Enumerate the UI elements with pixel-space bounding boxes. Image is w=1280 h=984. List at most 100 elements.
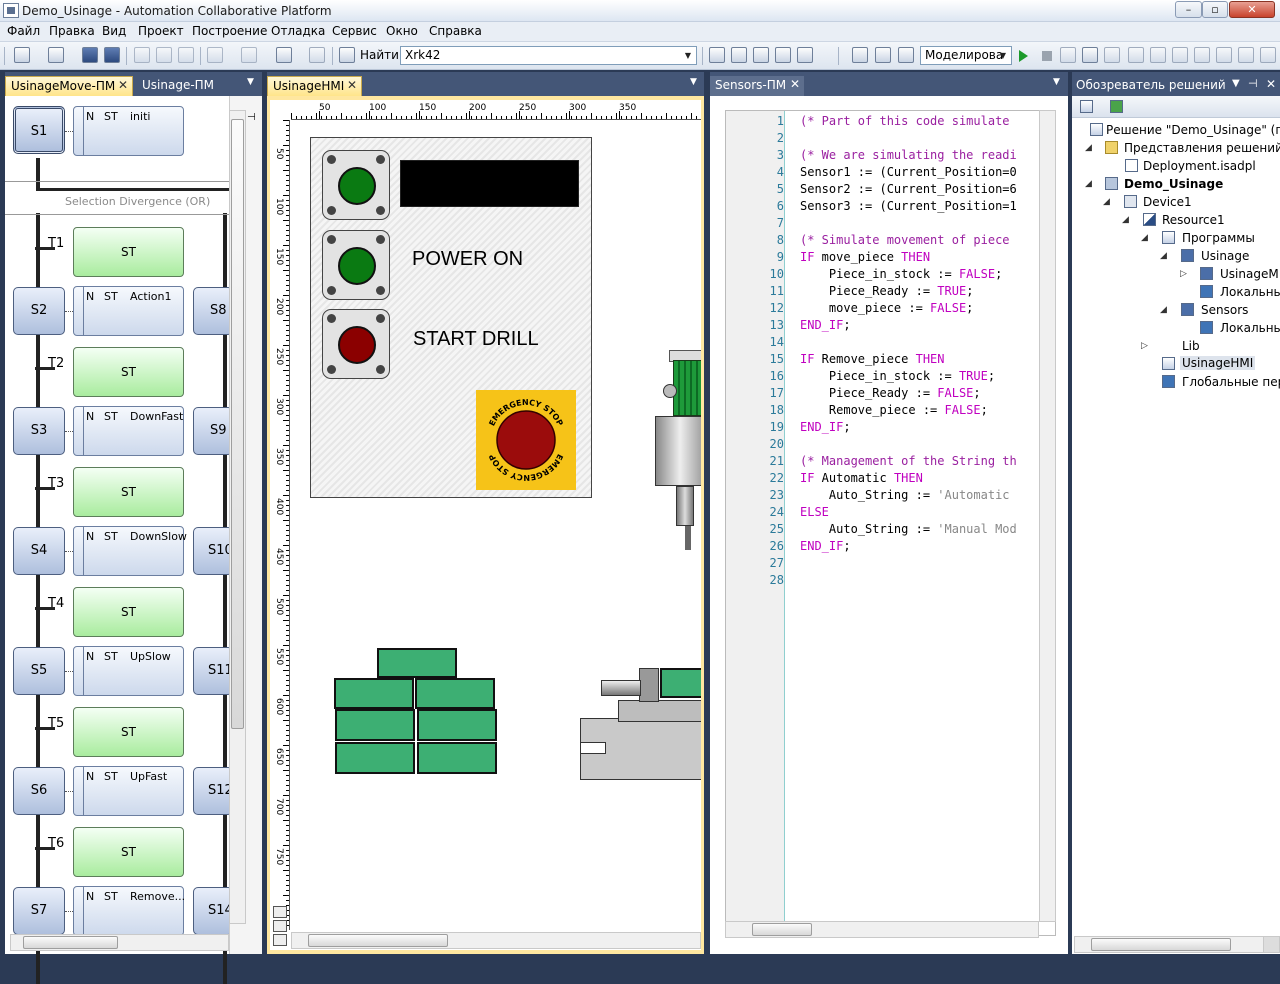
collapse-icon[interactable]: ◢ [1160,251,1167,261]
scroll-thumb[interactable] [308,934,448,947]
chevron-down-icon[interactable]: ▼ [997,48,1009,63]
emergency-stop-button[interactable]: EMERGENCY STOP EMERGENCY STOP [476,390,576,490]
sfc-transition[interactable]: ST [73,227,184,277]
collapse-icon[interactable]: ◢ [1122,215,1129,225]
sfc-step-branch[interactable]: S10 [193,527,233,575]
sfc-action-block[interactable]: N ST UpFast [73,766,184,816]
tree-sensors[interactable]: Sensors [1201,303,1248,317]
sfc-transition[interactable]: ST [73,467,184,517]
sfc-transition[interactable]: ST [73,347,184,397]
scroll-thumb[interactable] [1091,938,1231,951]
save-all-icon[interactable] [104,47,120,63]
menu-debug[interactable]: Отладка [271,24,325,38]
expand-icon[interactable]: ▷ [1141,341,1148,351]
tree-device[interactable]: Device1 [1143,195,1192,209]
step-over-icon[interactable] [1060,47,1076,63]
sfc-editor[interactable]: Selection Divergence (OR) S1 N ST initi … [5,96,262,984]
collapse-icon[interactable]: ◢ [1085,143,1092,153]
gear-icon[interactable] [1238,47,1254,63]
cut-icon[interactable] [134,47,150,63]
force-icon[interactable] [1216,47,1232,63]
tree-solution-views[interactable]: Представления решений [1124,141,1280,155]
close-tab-icon[interactable]: ✕ [118,78,128,92]
step-into-icon[interactable] [1082,47,1098,63]
zoom-in-icon[interactable] [273,906,287,918]
tree-usinage[interactable]: Usinage [1201,249,1249,263]
pin-icon[interactable]: ⊣ [1248,77,1258,90]
code-vertical-scrollbar[interactable] [1039,110,1056,922]
save-icon[interactable] [82,47,98,63]
sfc-transition[interactable]: ST [73,827,184,877]
find-combobox[interactable]: Xrk42 ▼ [400,46,697,65]
sfc-step[interactable]: S7 [13,887,65,935]
scroll-thumb[interactable] [752,923,812,936]
debug-icon[interactable] [709,47,725,63]
menu-build[interactable]: Построение [192,24,267,38]
close-icon[interactable]: ✕ [1266,77,1276,91]
tab-usinage[interactable]: Usinage-ПМ [137,76,237,96]
properties-icon[interactable] [1080,100,1093,113]
tree-deployment[interactable]: Deployment.isadpl [1143,159,1256,173]
close-button[interactable]: ✕ [1229,1,1275,18]
tab-dropdown-icon[interactable]: ▼ [247,77,254,87]
navigate-forward-icon[interactable] [309,47,325,63]
sfc-step[interactable]: S2 [13,287,65,335]
menu-tools[interactable]: Сервис [332,24,377,38]
chevron-down-icon[interactable]: ▼ [1232,78,1240,89]
tree-programs[interactable]: Программы [1182,231,1255,245]
sfc-step-init[interactable]: S1 [13,106,65,154]
menu-file[interactable]: Файл [7,24,40,38]
sfc-step[interactable]: S5 [13,647,65,695]
green-lamp-button[interactable] [322,150,390,220]
deploy-icon[interactable] [731,47,747,63]
collapse-icon[interactable]: ◢ [1141,233,1148,243]
tree-global-vars[interactable]: Глобальные пер [1182,375,1280,389]
sfc-step-branch[interactable]: S11 [193,647,233,695]
mode-combobox[interactable]: Моделирова ▼ [920,46,1012,65]
tree-usinagemove[interactable]: UsinageM [1220,267,1279,281]
tree-resource[interactable]: Resource1 [1162,213,1225,227]
sfc-step-branch[interactable]: S12 [193,767,233,815]
code-horizontal-scrollbar[interactable] [725,921,1039,938]
close-tab-icon[interactable]: ✕ [790,77,800,91]
watch-icon[interactable] [1128,47,1144,63]
scroll-thumb[interactable] [231,119,244,729]
grid-snap-icon[interactable] [875,47,891,63]
tree-project[interactable]: Demo_Usinage [1124,177,1223,191]
sfc-action-block[interactable]: N ST UpSlow [73,646,184,696]
find-icon[interactable] [339,47,355,63]
paste-icon[interactable] [178,47,194,63]
sfc-transition[interactable]: ST [73,587,184,637]
zoom-out-icon[interactable] [273,920,287,932]
expand-icon[interactable]: ▷ [1180,269,1187,279]
tree-local-vars[interactable]: Локальнь [1220,321,1280,335]
sfc-action-block[interactable]: N ST DownSlow [73,526,187,576]
layout-icon[interactable] [898,47,914,63]
collapse-icon[interactable]: ◢ [1085,179,1092,189]
sfc-action-block[interactable]: N ST DownFast [73,406,184,456]
code-text[interactable]: (* Part of this code simulate (* We are s… [800,113,1038,823]
options-icon[interactable] [1260,47,1276,63]
sfc-step[interactable]: S3 [13,407,65,455]
undo-icon[interactable] [207,47,223,63]
pin-icon[interactable]: ⊣ [247,112,256,123]
settings-icon[interactable] [797,47,813,63]
sfc-vertical-scrollbar[interactable] [229,110,246,924]
zoom-fit-icon[interactable] [273,934,287,946]
maximize-button[interactable]: ▫ [1202,1,1228,18]
tree-lib[interactable]: Lib [1182,339,1200,353]
sfc-transition[interactable]: ST [73,707,184,757]
variables-icon[interactable] [1150,47,1166,63]
tab-sensors[interactable]: Sensors-ПМ ✕ [710,76,804,96]
collapse-icon[interactable]: ◢ [1103,197,1110,207]
menu-project[interactable]: Проект [138,24,184,38]
sfc-step-branch[interactable]: S14 [193,887,233,935]
navigate-back-icon[interactable] [276,47,292,63]
redo-icon[interactable] [241,47,257,63]
tree-local-vars[interactable]: Локальнь [1220,285,1280,299]
explorer-horizontal-scrollbar[interactable] [1074,936,1266,953]
sfc-step[interactable]: S4 [13,527,65,575]
scroll-thumb[interactable] [23,936,118,949]
hmi-horizontal-scrollbar[interactable] [291,932,701,949]
tree-usinagehmi[interactable]: UsinageHMI [1180,356,1256,370]
